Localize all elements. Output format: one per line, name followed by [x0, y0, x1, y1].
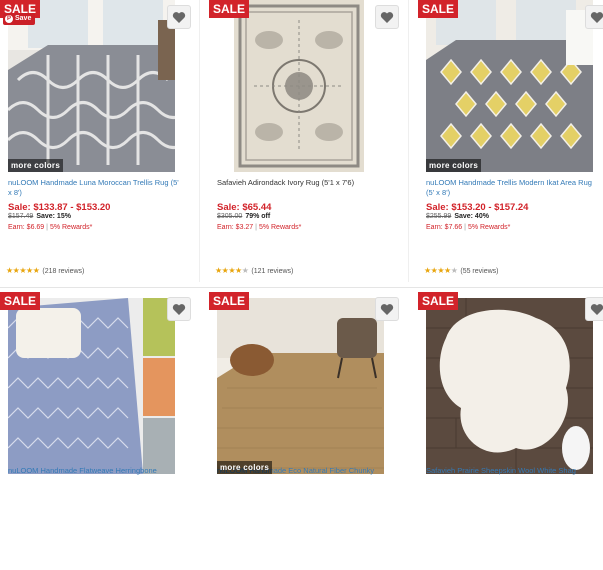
wishlist-button[interactable]: [375, 5, 399, 29]
sale-price: Sale: $153.20 - $157.24: [426, 202, 529, 213]
rewards-earn: Earn: $3.27 | 5% Rewards*: [217, 224, 302, 231]
more-colors-label[interactable]: more colors: [426, 159, 482, 172]
star-rating: ★★★★★ (55 reviews): [424, 266, 499, 275]
heart-icon: [590, 11, 603, 23]
row-divider: [0, 287, 603, 288]
more-colors-label[interactable]: more colors: [8, 159, 64, 172]
pinterest-icon: P: [5, 15, 13, 23]
price-savings: $305.00 79% off: [217, 213, 270, 220]
product-image[interactable]: more colors: [426, 0, 593, 172]
sale-badge: SALE: [0, 292, 41, 310]
rewards-label: 5% Rewards*: [467, 224, 511, 231]
star-rating: ★★★★★ (218 reviews): [6, 266, 85, 275]
heart-icon: [590, 303, 603, 315]
pinterest-save-button[interactable]: P Save: [3, 13, 36, 25]
price-savings: $255.99 Save: 40%: [426, 213, 489, 220]
product-title[interactable]: nuLOOM Handmade Flatweave Herringbone: [8, 466, 157, 476]
wishlist-button[interactable]: [585, 297, 603, 321]
original-price: $157.49: [8, 213, 34, 220]
product-image[interactable]: [234, 0, 364, 172]
product-title[interactable]: Safavieh Adirondack Ivory Rug (5'1 x 7'6…: [217, 178, 389, 188]
rewards-earn: Earn: $6.69 | 5% Rewards*: [8, 224, 93, 231]
product-card[interactable]: SALE: [0, 290, 200, 570]
product-title[interactable]: nuLOOM Handmade Luna Moroccan Trellis Ru…: [8, 178, 180, 198]
rewards-label: 5% Rewards*: [258, 224, 302, 231]
sale-badge: SALE: [209, 292, 250, 310]
wishlist-button[interactable]: [375, 297, 399, 321]
product-image[interactable]: [8, 298, 175, 474]
original-price: $255.99: [426, 213, 452, 220]
wishlist-button[interactable]: [167, 5, 191, 29]
sale-price: Sale: $65.44: [217, 202, 272, 213]
heart-icon: [172, 303, 186, 315]
review-count[interactable]: (121 reviews): [251, 268, 293, 275]
heart-icon: [380, 11, 394, 23]
product-card[interactable]: SALE more colors nuLOOM Handmade Trellis…: [418, 0, 603, 280]
star-rating: ★★★★★ (121 reviews): [215, 266, 294, 275]
sale-badge: SALE: [418, 292, 459, 310]
savings-text: Save: 40%: [454, 213, 489, 220]
product-title[interactable]: Safavieh Prairie Sheepskin Wool White Sh…: [426, 466, 576, 476]
savings-text: 79% off: [245, 213, 271, 220]
heart-icon: [380, 303, 394, 315]
rewards-earn: Earn: $7.66 | 5% Rewards*: [426, 224, 511, 231]
more-colors-label[interactable]: more colors: [217, 461, 273, 474]
product-title[interactable]: nuLOOM Handmade Trellis Modern Ikat Area…: [426, 178, 598, 198]
product-card[interactable]: SALE: [418, 290, 603, 570]
sale-badge: SALE: [418, 0, 459, 18]
product-card[interactable]: SALE P Save more colors nuLOOM Handmade L…: [0, 0, 200, 280]
earn-amount: Earn: $6.69: [8, 224, 45, 231]
product-image[interactable]: more colors: [217, 298, 384, 474]
save-pin-label: Save: [15, 15, 32, 22]
review-count[interactable]: (218 reviews): [42, 268, 84, 275]
product-card[interactable]: SALE Safavieh Adirondack Ivory Rug (5'1 …: [209, 0, 409, 280]
sale-badge: SALE: [209, 0, 250, 18]
earn-amount: Earn: $7.66: [426, 224, 463, 231]
price-savings: $157.49 Save: 15%: [8, 213, 71, 220]
sale-price: Sale: $133.87 - $153.20: [8, 202, 111, 213]
savings-text: Save: 15%: [36, 213, 71, 220]
wishlist-button[interactable]: [167, 297, 191, 321]
product-card[interactable]: SALE more colors: [209, 290, 409, 570]
original-price: $305.00: [217, 213, 243, 220]
rewards-label: 5% Rewards*: [49, 224, 93, 231]
heart-icon: [172, 11, 186, 23]
wishlist-button[interactable]: [585, 5, 603, 29]
product-image[interactable]: more colors: [8, 0, 175, 172]
product-image[interactable]: [426, 298, 593, 474]
review-count[interactable]: (55 reviews): [460, 268, 498, 275]
earn-amount: Earn: $3.27: [217, 224, 254, 231]
